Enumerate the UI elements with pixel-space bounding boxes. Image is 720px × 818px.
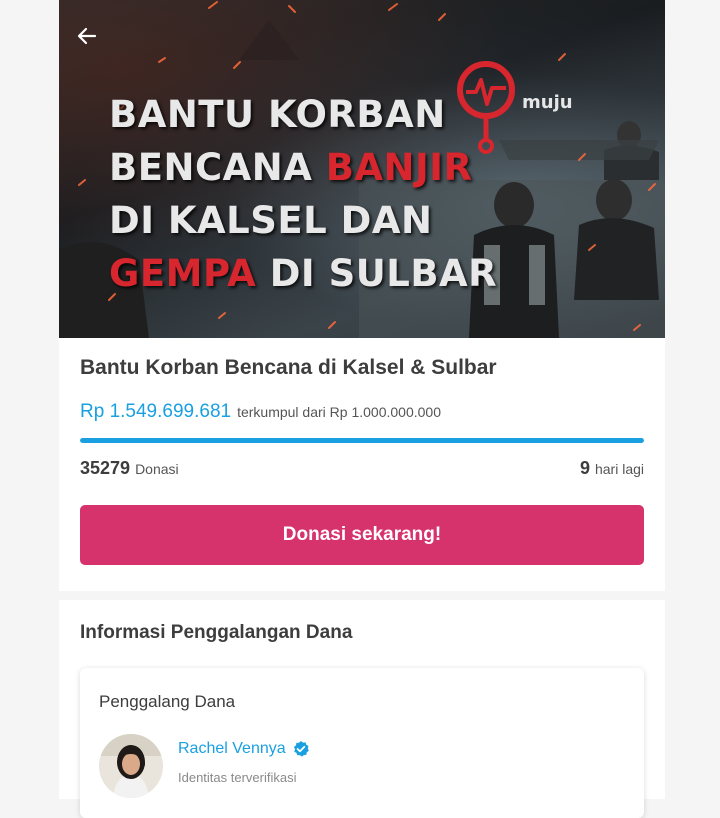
hero-line-4: GEMPA DI SULBAR <box>109 252 498 295</box>
verified-status: Identitas terverifikasi <box>178 770 297 785</box>
hero-line-2: BENCANA BANJIR <box>109 146 473 189</box>
campaign-hero-image: muju BANTU KORBAN BENCANA BANJIR DI KALS… <box>59 0 665 338</box>
back-button[interactable] <box>73 22 101 50</box>
hero-line-1: BANTU KORBAN <box>109 93 446 136</box>
campaign-page: muju BANTU KORBAN BENCANA BANJIR DI KALS… <box>59 0 665 818</box>
raised-target: terkumpul dari Rp 1.000.000.000 <box>237 404 441 420</box>
campaign-summary-card: Bantu Korban Bencana di Kalsel & Sulbar … <box>59 338 665 591</box>
days-left-label: hari lagi <box>594 461 644 477</box>
donation-count-value: 35279 <box>80 458 131 478</box>
donate-now-button[interactable]: Donasi sekarang! <box>80 505 644 565</box>
hero-headline: BANTU KORBAN BENCANA BANJIR DI KALSEL DA… <box>109 88 497 300</box>
section-title: Informasi Penggalangan Dana <box>80 622 353 643</box>
days-left: 9 hari lagi <box>580 458 644 479</box>
donation-count: 35279 Donasi <box>80 458 179 479</box>
fundraiser-name-text: Rachel Vennya <box>178 740 286 757</box>
raised-amount: Rp 1.549.699.681 <box>80 401 232 422</box>
logo-wordmark: muju <box>522 92 573 113</box>
verified-check-icon <box>293 741 309 757</box>
raised-row: Rp 1.549.699.681 terkumpul dari Rp 1.000… <box>80 401 441 423</box>
days-left-value: 9 <box>579 458 590 478</box>
fundraising-info-section: Informasi Penggalangan Dana Penggalang D… <box>59 600 665 818</box>
funding-progress-bar <box>80 438 644 443</box>
funding-progress-fill <box>80 438 644 443</box>
campaign-title: Bantu Korban Bencana di Kalsel & Sulbar <box>80 356 497 379</box>
arrow-left-icon <box>77 27 97 45</box>
fundraiser-name[interactable]: Rachel Vennya <box>178 740 310 758</box>
fundraiser-avatar[interactable] <box>99 734 163 798</box>
donation-count-label: Donasi <box>135 461 179 477</box>
fundraiser-card: Penggalang Dana Rachel Vennya Identitas … <box>80 668 644 818</box>
fundraiser-label: Penggalang Dana <box>99 692 236 711</box>
hero-line-3: DI KALSEL DAN <box>109 199 433 242</box>
avatar-photo <box>99 734 163 798</box>
